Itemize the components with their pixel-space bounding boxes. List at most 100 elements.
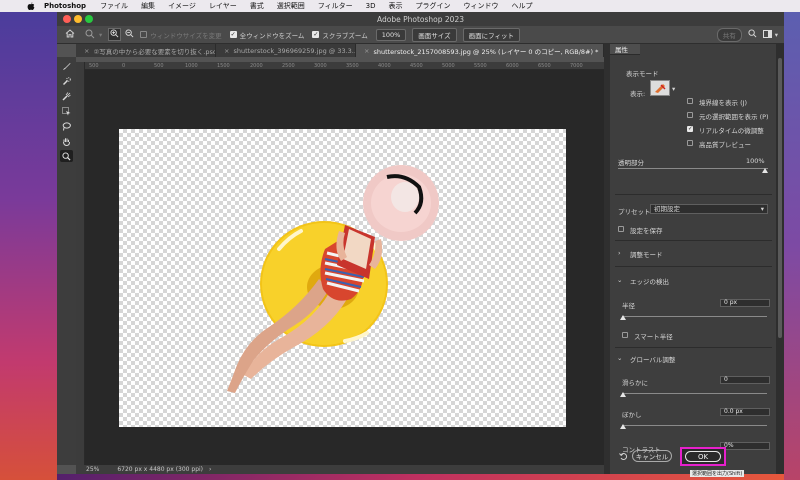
resize-windows-checkbox[interactable] [140, 31, 148, 38]
menu-file[interactable]: ファイル [100, 1, 128, 11]
document-tab[interactable]: × ②写真の中から必要な要素を切り抜く.psd [76, 44, 216, 57]
menu-image[interactable]: イメージ [168, 1, 196, 11]
opacity-value[interactable]: 100% [746, 157, 765, 165]
resize-windows-option[interactable]: ウィンドウサイズを変更 [140, 30, 222, 40]
scrollbar-thumb[interactable] [778, 58, 782, 338]
reset-icon[interactable] [619, 452, 628, 464]
hq-preview-checkbox[interactable] [687, 140, 693, 146]
menu-help[interactable]: ヘルプ [511, 1, 532, 11]
zoom-in-icon[interactable] [108, 28, 122, 41]
zoom-100-button[interactable]: 100% [375, 28, 407, 41]
tools-panel [57, 57, 76, 465]
smooth-slider-knob[interactable] [620, 392, 626, 397]
canvas-area[interactable] [85, 70, 604, 465]
radius-field[interactable]: 0 px [720, 299, 770, 307]
scrubby-zoom-label: スクラブズーム [322, 31, 368, 40]
menu-layer[interactable]: レイヤー [209, 1, 237, 11]
global-adjust-heading[interactable]: グローバル調整 [630, 354, 675, 364]
ruler-label: 500 [154, 63, 164, 69]
opacity-slider-knob[interactable] [762, 168, 768, 173]
chevron-down-icon[interactable]: ⌄ [617, 354, 622, 362]
menu-edit[interactable]: 編集 [141, 1, 155, 11]
document-canvas[interactable] [119, 129, 566, 427]
menu-window[interactable]: ウィンドウ [463, 1, 498, 11]
adjust-mode-heading[interactable]: 調整モード [630, 249, 663, 259]
preset-dropdown[interactable]: 初期設定 ▾ [650, 204, 768, 214]
ok-button[interactable]: OK [685, 451, 721, 462]
chevron-down-icon[interactable]: ▾ [99, 31, 102, 39]
lasso-tool-icon[interactable] [60, 120, 73, 132]
feather-slider-knob[interactable] [620, 424, 626, 429]
view-mode-thumbnail[interactable] [650, 80, 670, 96]
menu-type[interactable]: 書式 [250, 1, 264, 11]
zoom-tool-icon[interactable] [85, 29, 95, 41]
zoom-all-checkbox[interactable]: ✓ [229, 31, 237, 38]
panel-scrollbar[interactable] [776, 44, 784, 474]
ruler-label: 5500 [474, 63, 487, 69]
smooth-field[interactable]: 0 [720, 376, 770, 384]
chevron-down-icon[interactable]: ▾ [775, 31, 778, 39]
tab-properties[interactable]: 属性 [610, 44, 640, 55]
close-window-button[interactable] [63, 15, 71, 23]
chevron-down-icon[interactable]: ⌄ [617, 276, 622, 284]
document-tab-bar: × ②写真の中から必要な要素を切り抜く.psd × shutterstock_3… [76, 44, 604, 57]
zoom-all-label: 全ウィンドウをズーム [239, 31, 305, 40]
close-tab-icon[interactable]: × [224, 47, 229, 55]
zoom-out-icon[interactable] [125, 29, 134, 40]
chevron-right-icon[interactable]: › [618, 249, 621, 257]
feather-slider-track[interactable] [622, 425, 767, 426]
ruler-label: 7000 [570, 63, 583, 69]
show-original-checkbox[interactable] [687, 112, 693, 118]
minimize-window-button[interactable] [74, 15, 82, 23]
realtime-refine-checkbox[interactable]: ✓ [687, 126, 693, 132]
close-tab-icon[interactable]: × [364, 47, 369, 55]
tab-properties-label: 属性 [615, 46, 628, 54]
options-bar: ▾ ウィンドウサイズを変更 ✓ 全ウィンドウをズーム ✓ スクラブズーム 100… [57, 26, 784, 44]
menu-filter[interactable]: フィルター [318, 1, 353, 11]
radius-slider-track[interactable] [622, 316, 767, 317]
radius-slider-knob[interactable] [620, 315, 626, 320]
scrubby-zoom-checkbox[interactable]: ✓ [312, 31, 320, 38]
chevron-right-icon[interactable]: › [209, 466, 211, 473]
menu-view[interactable]: 表示 [388, 1, 402, 11]
preset-value: 初期設定 [654, 205, 680, 213]
mac-menu-bar: Photoshop ファイル 編集 イメージ レイヤー 書式 選択範囲 フィルタ… [0, 0, 800, 12]
document-tab-active[interactable]: × shutterstock_2157008593.jpg @ 25% (レイヤ… [356, 44, 604, 57]
ruler-label: 2000 [250, 63, 263, 69]
zoom-all-option[interactable]: ✓ 全ウィンドウをズーム [229, 30, 305, 40]
maximize-window-button[interactable] [85, 15, 93, 23]
close-tab-icon[interactable]: × [84, 47, 89, 55]
brush-tool-icon[interactable] [60, 60, 73, 72]
chevron-down-icon[interactable]: ▾ [672, 85, 675, 93]
share-button[interactable]: 共有 [716, 27, 742, 42]
edge-detect-heading[interactable]: エッジの検出 [630, 276, 669, 286]
menu-plugins[interactable]: プラグイン [415, 1, 450, 11]
remember-settings-checkbox[interactable] [618, 226, 624, 232]
zoom-tool-icon[interactable] [60, 150, 73, 162]
scrubby-zoom-option[interactable]: ✓ スクラブズーム [312, 30, 368, 40]
fit-screen-button[interactable]: 画面サイズ [412, 27, 457, 42]
object-selection-tool-icon[interactable] [60, 105, 73, 117]
refine-edge-brush-icon[interactable] [60, 90, 73, 102]
zoom-level-readout[interactable]: 25% [86, 466, 99, 473]
home-icon[interactable] [65, 29, 75, 40]
hand-tool-icon[interactable] [60, 135, 73, 147]
contrast-field[interactable]: 0% [720, 442, 770, 450]
smart-radius-checkbox[interactable] [622, 332, 628, 338]
horizontal-ruler: 500 0 500 1000 1500 2000 2500 3000 3500 … [85, 62, 604, 70]
apple-icon[interactable] [26, 1, 36, 11]
smooth-slider-track[interactable] [622, 393, 767, 394]
menu-select[interactable]: 選択範囲 [277, 1, 305, 11]
workspace-icon[interactable] [762, 29, 772, 40]
search-icon[interactable] [748, 29, 757, 40]
app-menu-photoshop[interactable]: Photoshop [44, 2, 86, 10]
feather-field[interactable]: 0.0 px [720, 408, 770, 416]
opacity-slider-track[interactable] [618, 168, 768, 169]
show-edge-checkbox[interactable] [687, 98, 693, 104]
ruler-label: 1500 [217, 63, 230, 69]
cancel-button[interactable]: キャンセル [632, 450, 672, 462]
fill-screen-button[interactable]: 画面にフィット [462, 27, 520, 42]
document-tab[interactable]: × shutterstock_396969259.jpg @ 33.3... [216, 44, 356, 57]
menu-3d[interactable]: 3D [366, 2, 376, 10]
quick-selection-tool-icon[interactable] [60, 75, 73, 87]
